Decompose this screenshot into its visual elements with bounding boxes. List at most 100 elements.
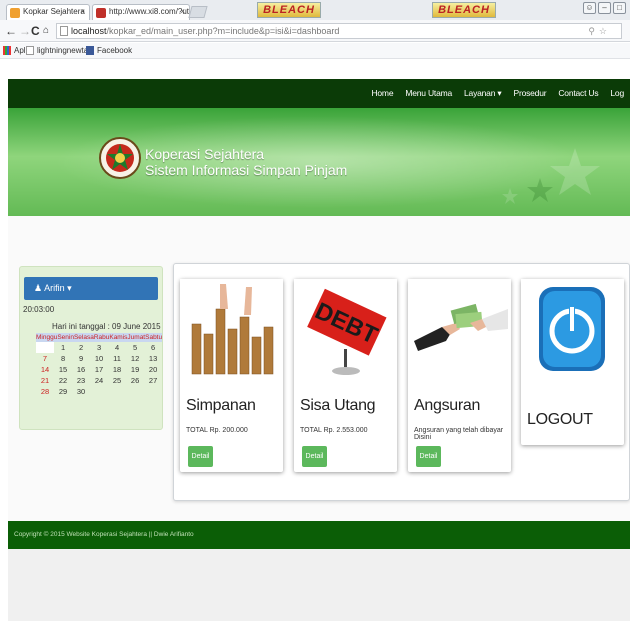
calendar-day: 30 [76, 387, 86, 396]
forward-icon[interactable]: → [19, 24, 31, 38]
user-dropdown[interactable]: ♟ Arifin ▾ [24, 277, 158, 300]
tab-bar: Kopkar Sejahtera × http://www.xi8.com/?u… [0, 0, 630, 20]
koperasi-logo [99, 137, 141, 179]
card-simpanan: Simpanan TOTAL Rp. 200.000 Detail [180, 279, 283, 472]
facebook-icon [86, 46, 94, 55]
site-favicon-icon [10, 8, 20, 18]
site-favicon-icon [96, 8, 106, 18]
calendar-day: 14 [40, 365, 50, 374]
calendar-day: 21 [40, 376, 50, 385]
calendar: MingguSeninSelasaRabuKamisJumatSabtu 1 2… [36, 333, 163, 397]
tab-label: Kopkar Sejahtera [23, 7, 85, 16]
detail-button[interactable]: Detail [188, 446, 213, 467]
bookmark-lightningnewtab[interactable]: lightningnewtab [26, 46, 93, 55]
bookmarks-bar: Apl lightningnewtab Facebook [0, 43, 630, 59]
calendar-day: 28 [40, 387, 50, 396]
card-angsuran: Angsuran Angsuran yang telah dibayar Dis… [408, 279, 511, 472]
calendar-day: 7 [42, 354, 48, 363]
bookmark-star-icon[interactable]: ☆ [599, 24, 607, 38]
decorative-stars [502, 148, 600, 204]
site-footer: Copyright © 2015 Website Koperasi Sejaht… [8, 521, 630, 549]
minimize-icon[interactable]: – [598, 2, 611, 14]
brand-subtitle: Sistem Informasi Simpan Pinjam [145, 162, 348, 178]
brand-title: Koperasi Sejahtera [145, 146, 265, 162]
dashboard-panel: Simpanan TOTAL Rp. 200.000 Detail DEBT S… [173, 263, 630, 501]
calendar-day: 23 [76, 376, 86, 385]
site-navbar: Home Menu Utama Layanan ▾ Prosedur Conta… [8, 79, 630, 108]
calendar-day: 1 [60, 343, 66, 352]
detail-button[interactable]: Detail [416, 446, 441, 467]
calendar-day [108, 386, 126, 397]
calendar-day: 4 [114, 343, 120, 352]
bleach-theme-logo: BLEACH [257, 2, 321, 18]
footer-copyright: Copyright © 2015 Website Koperasi Sejaht… [14, 531, 194, 538]
profile-icon[interactable]: ☺ [583, 2, 596, 14]
reload-icon[interactable]: C [31, 24, 40, 38]
maximize-icon[interactable]: □ [613, 2, 626, 14]
card-subtitle: TOTAL Rp. 2.553.000 [300, 427, 368, 434]
close-tab-icon[interactable]: × [80, 7, 85, 16]
calendar-day [144, 386, 162, 397]
nav-prosedur[interactable]: Prosedur [507, 79, 552, 108]
tab-xi8[interactable]: http://www.xi8.com/?utm × [92, 4, 190, 20]
bookmark-label: lightningnewtab [37, 46, 93, 55]
url-input[interactable]: localhost/kopkar_ed/main_user.php?m=incl… [56, 23, 622, 39]
url-path: /kopkar_ed/main_user.php?m=include&p=isi… [106, 26, 340, 36]
bleach-theme-logo: BLEACH [432, 2, 496, 18]
calendar-day: 6 [151, 343, 156, 352]
calendar-day: 10 [94, 354, 104, 363]
url-host: localhost [71, 26, 107, 36]
bookmark-apps[interactable]: Apl [3, 46, 26, 55]
detail-button[interactable]: Detail [302, 446, 327, 467]
tab-kopkar[interactable]: Kopkar Sejahtera × [6, 4, 90, 20]
zoom-icon[interactable]: ⚲ [588, 24, 595, 38]
close-tab-icon[interactable]: × [180, 7, 185, 16]
nav-contact-us[interactable]: Contact Us [552, 79, 604, 108]
apps-grid-icon [3, 46, 11, 55]
header-banner: Koperasi Sejahtera Sistem Informasi Simp… [8, 108, 630, 216]
calendar-day [126, 386, 144, 397]
clock: 20:03:00 [23, 305, 55, 314]
address-bar-row: ← → C ⌂ localhost/kopkar_ed/main_user.ph… [0, 20, 630, 58]
calendar-day: 9 [78, 354, 84, 363]
calendar-day: 17 [94, 365, 104, 374]
calendar-day: 25 [112, 376, 122, 385]
card-title: Sisa Utang [300, 397, 376, 414]
page-bottom [8, 549, 630, 621]
calendar-day: 3 [96, 343, 102, 352]
calendar-header: MingguSeninSelasaRabuKamisJumatSabtu [36, 333, 163, 342]
page-icon [26, 46, 34, 55]
browser-window: Kopkar Sejahtera × http://www.xi8.com/?u… [0, 0, 630, 621]
calendar-day: 22 [58, 376, 68, 385]
new-tab-button[interactable] [188, 6, 208, 18]
card-title: Angsuran [414, 397, 481, 414]
calendar-day: 27 [148, 376, 158, 385]
nav-logout[interactable]: Log [604, 79, 630, 108]
bookmark-facebook[interactable]: Facebook [86, 46, 132, 55]
calendar-day: 12 [130, 354, 140, 363]
user-sidebar: ♟ Arifin ▾ 20:03:00 Hari ini tanggal : 0… [19, 266, 163, 430]
card-logout[interactable]: LOGOUT [521, 279, 624, 445]
card-subtitle: Angsuran yang telah dibayar Disini [414, 427, 504, 441]
bookmark-label: Apl [14, 46, 26, 55]
calendar-day: 13 [148, 354, 158, 363]
card-sisa-utang: DEBT Sisa Utang TOTAL Rp. 2.553.000 Deta… [294, 279, 397, 472]
nav-menu-utama[interactable]: Menu Utama [399, 79, 458, 108]
back-icon[interactable]: ← [5, 24, 17, 38]
calendar-day: 24 [94, 376, 104, 385]
calendar-day: 16 [76, 365, 86, 374]
calendar-day: 8 [60, 354, 66, 363]
calendar-day: 26 [130, 376, 140, 385]
card-subtitle: TOTAL Rp. 200.000 [186, 427, 248, 434]
nav-layanan[interactable]: Layanan ▾ [458, 79, 507, 108]
bookmark-label: Facebook [97, 46, 133, 55]
debt-image: DEBT [294, 279, 397, 379]
calendar-day: 18 [112, 365, 122, 374]
card-title: LOGOUT [527, 411, 593, 428]
window-controls: ☺ – □ [583, 2, 626, 14]
calendar-day: 20 [148, 365, 158, 374]
nav-home[interactable]: Home [365, 79, 399, 108]
date-line: Hari ini tanggal : 09 June 2015 [52, 322, 161, 331]
home-icon[interactable]: ⌂ [43, 24, 49, 38]
power-icon [521, 279, 624, 379]
